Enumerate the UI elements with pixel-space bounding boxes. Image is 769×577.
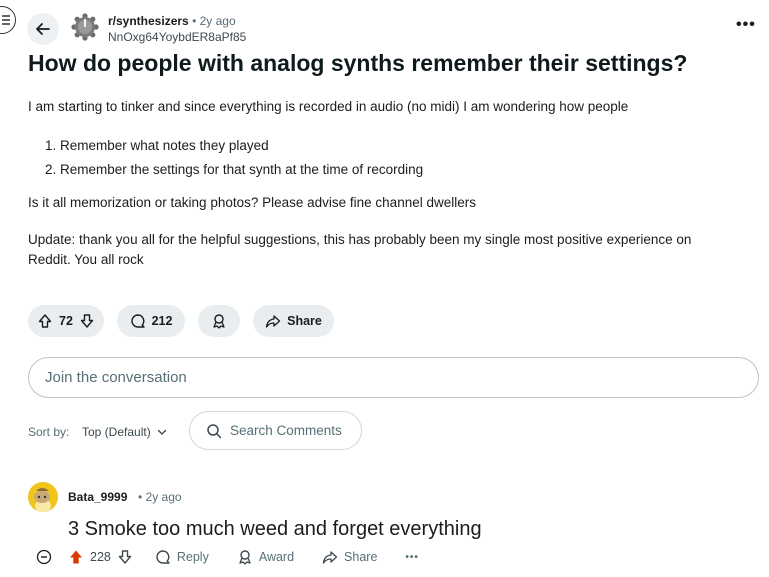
list-item: Remember the settings for that synth at …	[60, 158, 423, 182]
meta-separator: •	[138, 490, 143, 504]
comment-meta: • 2y ago	[138, 490, 182, 504]
sort-value: Top (Default)	[82, 425, 151, 439]
upvote-icon[interactable]	[37, 313, 53, 329]
comment-actions: 228 Reply Award Share •••	[36, 549, 419, 565]
vote-pill: 72	[28, 305, 104, 337]
post-body-list: Remember what notes they played Remember…	[28, 134, 423, 182]
post-author[interactable]: NnOxg64YoybdER8aPf85	[108, 30, 246, 44]
share-icon	[265, 315, 281, 328]
comment-text: 3 Smoke too much weed and forget everyth…	[68, 518, 482, 540]
award-button[interactable]: Award	[237, 549, 294, 565]
share-label: Share	[287, 314, 322, 328]
post-meta: r/synthesizers • 2y ago	[108, 14, 236, 28]
back-arrow-icon	[36, 23, 50, 35]
chevron-down-icon	[157, 429, 166, 435]
share-label: Share	[344, 550, 378, 564]
menu-icon[interactable]	[0, 6, 16, 34]
subreddit-avatar[interactable]	[70, 12, 100, 42]
search-icon	[207, 423, 222, 438]
vote-count: 72	[59, 314, 73, 328]
share-button[interactable]: Share	[322, 549, 377, 565]
award-button[interactable]	[198, 305, 240, 337]
comment-user[interactable]: Bata_9999	[68, 490, 127, 504]
post-title: How do people with analog synths remembe…	[28, 50, 688, 76]
post-body-intro: I am starting to tinker and since everyt…	[28, 99, 629, 114]
join-placeholder: Join the conversation	[45, 369, 187, 386]
share-button[interactable]: Share	[253, 305, 334, 337]
comment-icon	[130, 314, 145, 328]
post-body-question: Is it all memorization or taking photos?…	[28, 195, 476, 210]
downvote-icon[interactable]	[117, 549, 133, 565]
post-body-update: Update: thank you all for the helpful su…	[28, 232, 692, 267]
meta-separator: •	[192, 14, 197, 28]
avatar[interactable]	[28, 482, 58, 512]
reply-label: Reply	[176, 550, 209, 564]
snoo-avatar-icon	[34, 488, 51, 512]
post-time: 2y ago	[199, 14, 236, 28]
comments-button[interactable]: 212	[117, 305, 185, 337]
join-conversation-input[interactable]: Join the conversation	[28, 357, 759, 398]
share-icon	[322, 551, 338, 564]
back-button[interactable]	[27, 13, 59, 45]
subreddit-link[interactable]: r/synthesizers	[108, 14, 189, 28]
comment-icon	[156, 550, 170, 564]
comment-vote-count: 228	[90, 550, 111, 564]
comments-count: 212	[151, 314, 173, 328]
sort-dropdown[interactable]: Top (Default)	[82, 425, 167, 439]
subreddit-knob-icon	[71, 13, 99, 41]
post-more-button[interactable]: •••	[736, 16, 756, 34]
upvote-icon[interactable]	[68, 549, 84, 565]
comment-more-button[interactable]: •••	[405, 552, 419, 563]
search-comments-input[interactable]: Search Comments	[189, 411, 362, 450]
sort-label: Sort by:	[28, 425, 70, 439]
comment-time: 2y ago	[145, 490, 182, 504]
award-label: Award	[258, 550, 295, 564]
comment-vote: 228	[68, 549, 133, 565]
reply-button[interactable]: Reply	[155, 549, 209, 565]
collapse-icon[interactable]	[36, 549, 52, 565]
list-item: Remember what notes they played	[60, 134, 423, 158]
search-placeholder: Search Comments	[230, 423, 342, 438]
award-icon	[239, 550, 251, 565]
award-icon	[213, 314, 225, 329]
downvote-icon[interactable]	[79, 313, 95, 329]
